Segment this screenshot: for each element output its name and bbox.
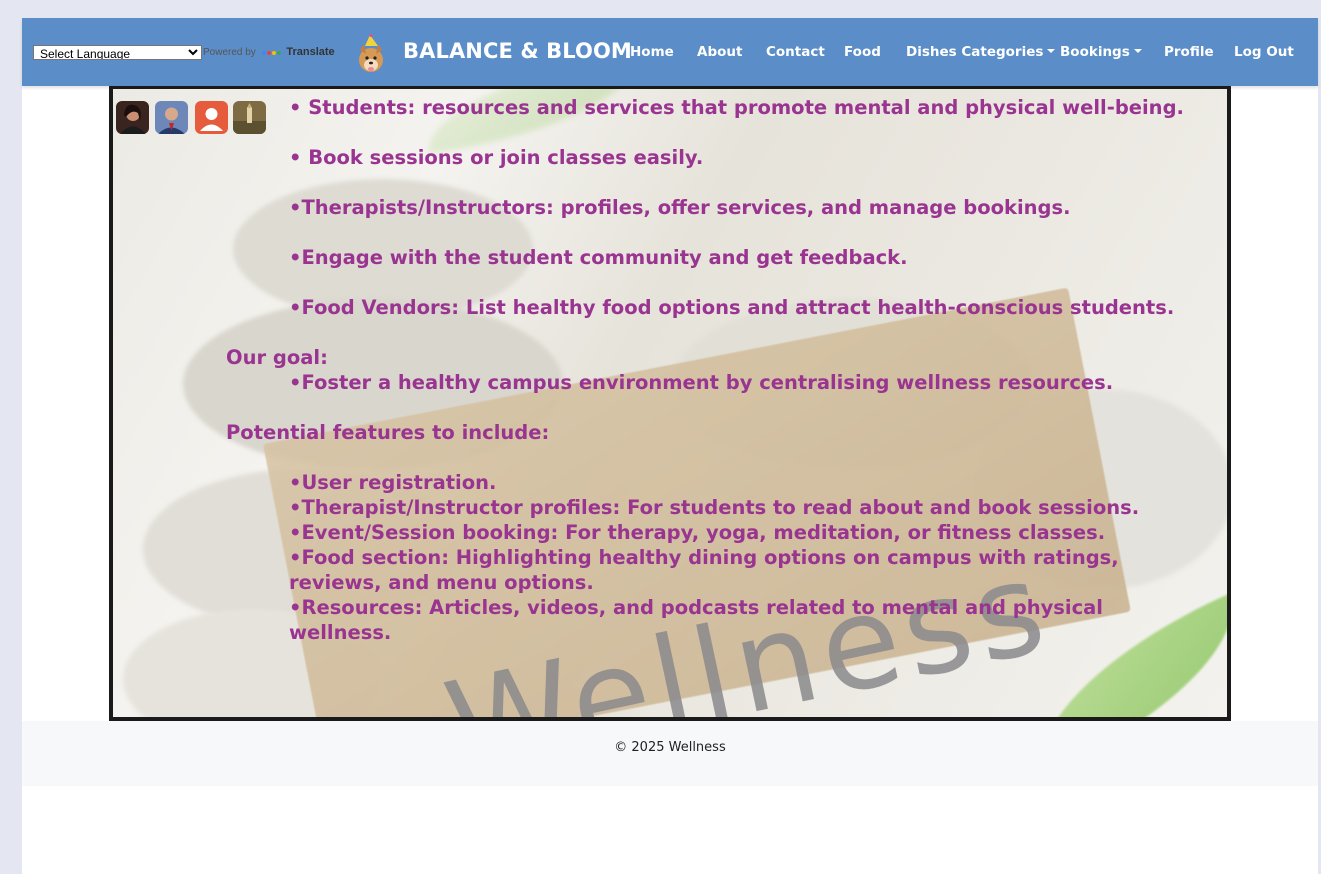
nav-profile[interactable]: Profile: [1164, 44, 1214, 60]
hero-line: •Food section: Highlighting healthy dini…: [289, 546, 1119, 569]
dog-party-hat-icon[interactable]: [356, 34, 390, 74]
hero-line: • Students: resources and services that …: [289, 96, 1184, 119]
hero-line: •Therapists/Instructors: profiles, offer…: [289, 196, 1071, 219]
hero-line: •Food Vendors: List healthy food options…: [289, 296, 1175, 319]
hero-line: • Book sessions or join classes easily.: [289, 146, 704, 169]
footer-copyright: © 2025 Wellness: [614, 740, 726, 755]
powered-by-label: Powered by: [203, 47, 256, 58]
nav-dishes-categories-label: Dishes Categories: [906, 44, 1044, 60]
hero-heading-features: Potential features to include:: [226, 421, 550, 444]
page: Select Language Powered by Translate BAL…: [22, 18, 1318, 874]
footer: © 2025 Wellness: [22, 721, 1318, 786]
nav-food[interactable]: Food: [844, 44, 881, 60]
hero-line: wellness.: [289, 621, 392, 644]
nav-home[interactable]: Home: [630, 44, 674, 60]
hero-line: •Resources: Articles, videos, and podcas…: [289, 596, 1103, 619]
hero-line: •User registration.: [289, 471, 497, 494]
nav-about[interactable]: About: [697, 44, 742, 60]
hero-line: •Engage with the student community and g…: [289, 246, 908, 269]
hero-heading-goal: Our goal:: [226, 346, 328, 369]
nav-bookings-label: Bookings: [1060, 44, 1130, 60]
hero-line: •Foster a healthy campus environment by …: [289, 371, 1114, 394]
google-logo-icon: [261, 47, 282, 58]
nav-bookings[interactable]: Bookings: [1060, 44, 1142, 60]
translate-link[interactable]: Translate: [286, 46, 334, 58]
hero-line: reviews, and menu options.: [289, 571, 594, 594]
language-select[interactable]: Select Language: [33, 45, 202, 60]
nav-dishes-categories[interactable]: Dishes Categories: [906, 44, 1056, 60]
hero-banner: Wellness • Students: resources and servi…: [109, 86, 1231, 721]
nav-contact[interactable]: Contact: [766, 44, 825, 60]
hero-line: •Event/Session booking: For therapy, yog…: [289, 521, 1106, 544]
chevron-down-icon: [1133, 49, 1142, 53]
navbar: Select Language Powered by Translate BAL…: [22, 18, 1318, 86]
hero-content: • Students: resources and services that …: [113, 89, 1227, 717]
nav-log-out[interactable]: Log Out: [1234, 44, 1294, 60]
brand-name[interactable]: BALANCE & BLOOM: [403, 39, 632, 63]
chevron-down-icon: [1047, 49, 1056, 53]
google-translate-credit: Powered by Translate: [203, 46, 335, 58]
hero-line: •Therapist/Instructor profiles: For stud…: [289, 496, 1140, 519]
